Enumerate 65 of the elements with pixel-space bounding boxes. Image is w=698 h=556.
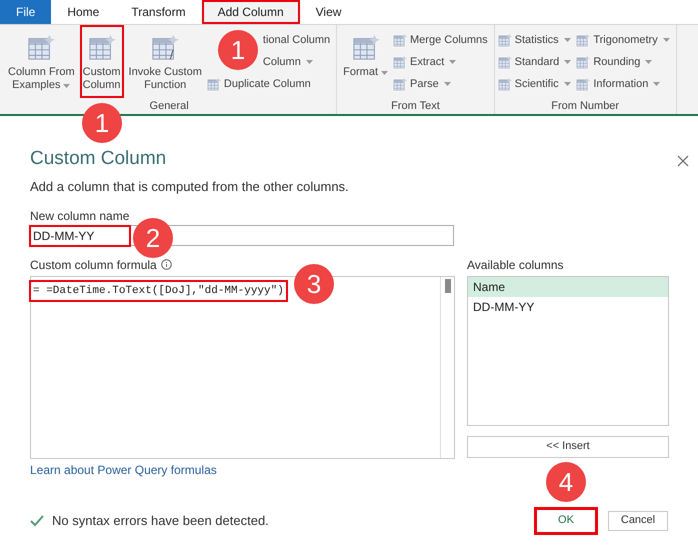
table-icon	[393, 77, 408, 91]
ribbon-button[interactable]: Rounding	[576, 51, 670, 73]
button-label: Examples	[12, 79, 60, 92]
ribbon-button[interactable]: Duplicate Column	[206, 73, 330, 95]
table-icon	[576, 77, 590, 91]
button-label: Invoke Custom	[128, 66, 202, 79]
step-number: 4	[546, 462, 586, 502]
button-label: Column From	[8, 66, 75, 79]
button-label: Column	[82, 79, 121, 92]
step-number: 3	[294, 264, 334, 304]
step-number: 1	[82, 103, 122, 143]
function-table-icon	[151, 33, 180, 61]
ribbon-button[interactable]: tional Column	[262, 29, 330, 51]
ribbon-button[interactable]: Column From Examples	[5, 25, 78, 98]
dialog-description: Add a column that is computed from the other columns.	[30, 178, 349, 196]
ribbon-tab[interactable]: Home	[51, 0, 116, 24]
field-label: Available columns	[467, 256, 564, 274]
ribbon-button[interactable]: Statistics	[498, 29, 572, 51]
ribbon-button[interactable]: Standard	[498, 51, 572, 73]
ribbon-button[interactable]: Trigonometry	[576, 29, 670, 51]
table-icon	[352, 33, 380, 61]
group-title: General	[148, 98, 190, 114]
table-icon	[393, 55, 408, 69]
table-icon	[576, 55, 590, 69]
ribbon-button[interactable]: Scientific	[498, 73, 572, 95]
close-icon[interactable]	[677, 155, 689, 167]
status-message: No syntax errors have been detected.	[52, 512, 269, 530]
ribbon-button[interactable]: Merge Columns	[393, 29, 488, 51]
ribbon-tab[interactable]: Transform	[115, 0, 202, 24]
ribbon-tab[interactable]: Add Column	[202, 0, 300, 24]
file-tab[interactable]: File	[0, 0, 52, 24]
step-number: 2	[133, 218, 173, 258]
ribbon-button[interactable]: Custom Column	[80, 25, 124, 98]
ribbon-button[interactable]: Format	[340, 25, 392, 98]
list-item[interactable]: DD-MM-YY	[468, 296, 668, 316]
button-label: Function	[144, 79, 186, 92]
ribbon-button[interactable]: Parse	[393, 73, 488, 95]
table-icon	[576, 33, 590, 47]
ribbon-button[interactable]: Invoke Custom Function	[126, 25, 205, 98]
checkmark-icon	[30, 514, 44, 526]
table-icon	[27, 33, 56, 61]
list-item[interactable]: Name	[468, 276, 668, 296]
info-icon[interactable]	[160, 259, 172, 270]
table-icon	[498, 55, 512, 69]
group-title: From Text	[390, 98, 441, 114]
learn-link[interactable]: Learn about Power Query formulas	[30, 460, 217, 478]
table-icon	[498, 77, 512, 91]
ribbon-button[interactable]: Extract	[393, 51, 488, 73]
table-icon	[206, 77, 221, 91]
table-icon	[498, 33, 512, 47]
ok-button[interactable]: OK	[534, 506, 598, 534]
button-label: Custom	[82, 66, 121, 79]
ribbon-tab[interactable]: View	[300, 0, 358, 24]
group-title: From Number	[550, 98, 620, 114]
ribbon-button[interactable]: Information	[576, 73, 670, 95]
ribbon-button[interactable]: Column	[262, 51, 330, 73]
insert-button[interactable]: << Insert	[467, 436, 669, 458]
table-icon	[393, 33, 408, 47]
formula-text: = =DateTime.ToText([DoJ],"dd-MM-yyyy")	[29, 280, 288, 302]
field-label: New column name	[30, 208, 130, 224]
dialog-title: Custom Column	[30, 147, 166, 171]
field-label: Custom column formula	[30, 256, 157, 274]
table-icon	[88, 33, 116, 61]
cancel-button[interactable]: Cancel	[608, 510, 668, 530]
button-label: Format	[343, 66, 378, 79]
